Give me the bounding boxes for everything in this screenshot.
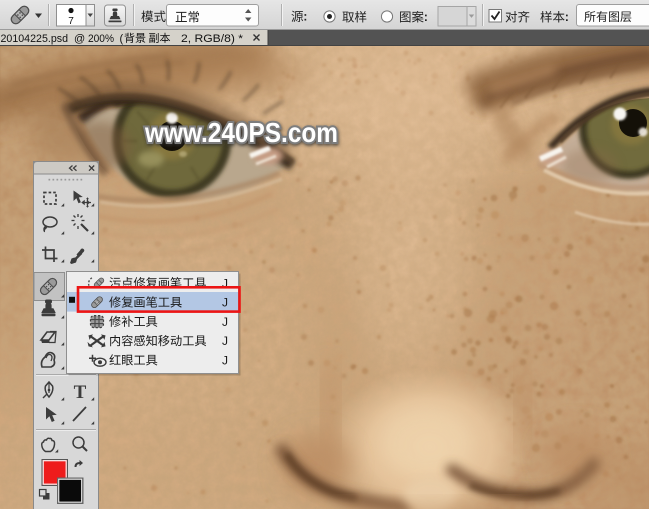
svg-text:@: @ — [74, 33, 85, 45]
svg-text:20104225.psd: 20104225.psd — [1, 33, 69, 45]
svg-text:J: J — [222, 354, 228, 368]
svg-text:200%: 200% — [88, 33, 114, 45]
svg-text:T: T — [74, 382, 87, 403]
svg-text:(: ( — [120, 33, 124, 45]
svg-text:J: J — [222, 334, 228, 348]
svg-text:www.240PS.com: www.240PS.com — [144, 117, 338, 148]
svg-text:J: J — [222, 315, 228, 329]
svg-text:J: J — [222, 296, 228, 310]
svg-text:7: 7 — [68, 16, 74, 27]
svg-text:2, RGB/8) *: 2, RGB/8) * — [181, 33, 244, 45]
